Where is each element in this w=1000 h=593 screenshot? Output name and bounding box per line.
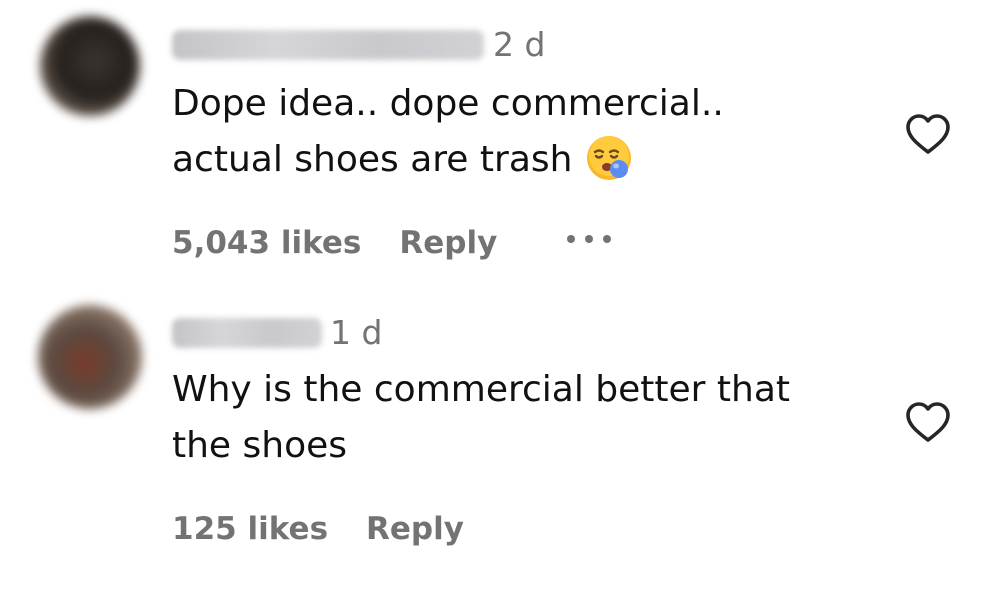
likes-count[interactable]: 5,043 likes [172, 228, 361, 259]
heart-icon[interactable] [904, 400, 952, 444]
comment-actions: 125 likes Reply [172, 514, 464, 545]
comment-timestamp: 1 d [330, 313, 383, 352]
comment-text-line-with-emoji: actual shoes are trash [172, 132, 724, 188]
comment-text: Dope idea.. dope commercial.. actual sho… [172, 76, 724, 188]
comment-text-line: Dope idea.. dope commercial.. [172, 83, 724, 124]
comment-actions: 5,043 likes Reply [172, 228, 497, 259]
avatar[interactable] [40, 16, 140, 116]
comment-text-line: actual shoes are trash [172, 139, 573, 180]
more-options-icon[interactable] [564, 231, 614, 247]
heart-icon[interactable] [904, 112, 952, 156]
avatar[interactable] [38, 305, 142, 409]
username-blurred[interactable] [172, 30, 484, 60]
reply-button[interactable]: Reply [399, 228, 497, 259]
comment-text: Why is the commercial better that the sh… [172, 362, 790, 474]
comment-timestamp: 2 d [493, 25, 546, 64]
likes-count[interactable]: 125 likes [172, 514, 328, 545]
sleepy-face-emoji-icon [587, 136, 632, 180]
username-blurred[interactable] [172, 318, 322, 348]
comment-text-line: the shoes [172, 425, 348, 466]
comment-text-line: Why is the commercial better that [172, 369, 791, 410]
reply-button[interactable]: Reply [366, 514, 464, 545]
